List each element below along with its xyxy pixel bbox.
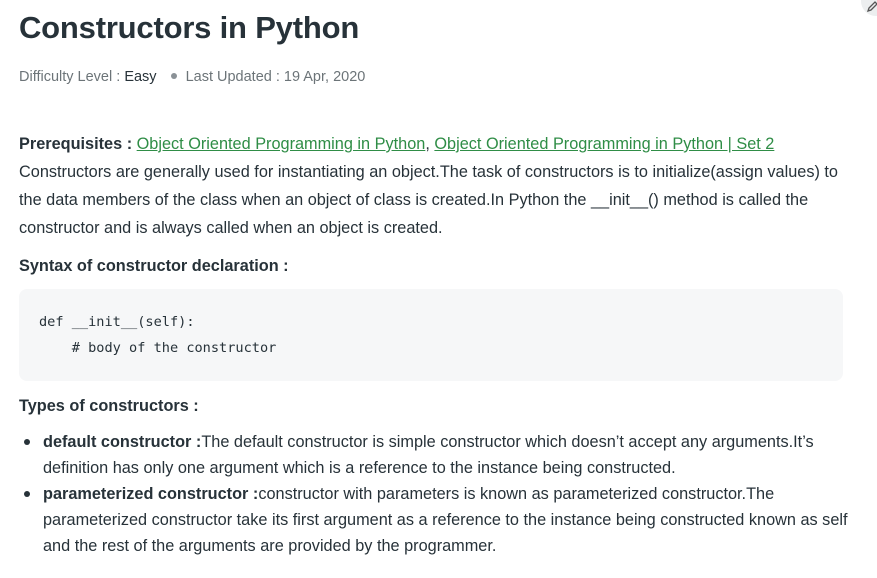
list-item-term: parameterized constructor : [43, 485, 259, 503]
difficulty-value[interactable]: Easy [124, 69, 156, 85]
prerequisites-label: Prerequisites : [19, 135, 137, 153]
edit-icon [867, 1, 877, 12]
bullet-icon [24, 439, 30, 445]
constructor-types-list: default constructor :The default constru… [19, 429, 849, 559]
list-item-term: default constructor : [43, 433, 202, 451]
list-item: default constructor :The default constru… [19, 429, 849, 481]
edit-button[interactable] [861, 0, 877, 16]
list-item: parameterized constructor :constructor w… [19, 481, 849, 559]
bullet-icon [24, 491, 30, 497]
syntax-heading: Syntax of constructor declaration : [19, 257, 289, 275]
article-meta: Difficulty Level : Easy Last Updated : 19… [19, 69, 365, 85]
prereq-link-oop-set2[interactable]: Object Oriented Programming in Python | … [434, 135, 774, 153]
page-title: Constructors in Python [19, 10, 360, 45]
updated-label: Last Updated : [185, 69, 284, 85]
updated-value: 19 Apr, 2020 [283, 69, 366, 85]
types-heading: Types of constructors : [19, 397, 199, 415]
prerequisites-paragraph: Prerequisites : Object Oriented Programm… [19, 130, 849, 158]
meta-separator-dot [170, 73, 177, 80]
prereq-link-oop[interactable]: Object Oriented Programming in Python [137, 135, 426, 153]
article-body: Prerequisites : Object Oriented Programm… [19, 130, 849, 242]
intro-paragraph: Constructors are generally used for inst… [19, 163, 838, 237]
code-block[interactable]: def __init__(self): # body of the constr… [19, 289, 843, 381]
difficulty-label: Difficulty Level : [19, 69, 125, 85]
